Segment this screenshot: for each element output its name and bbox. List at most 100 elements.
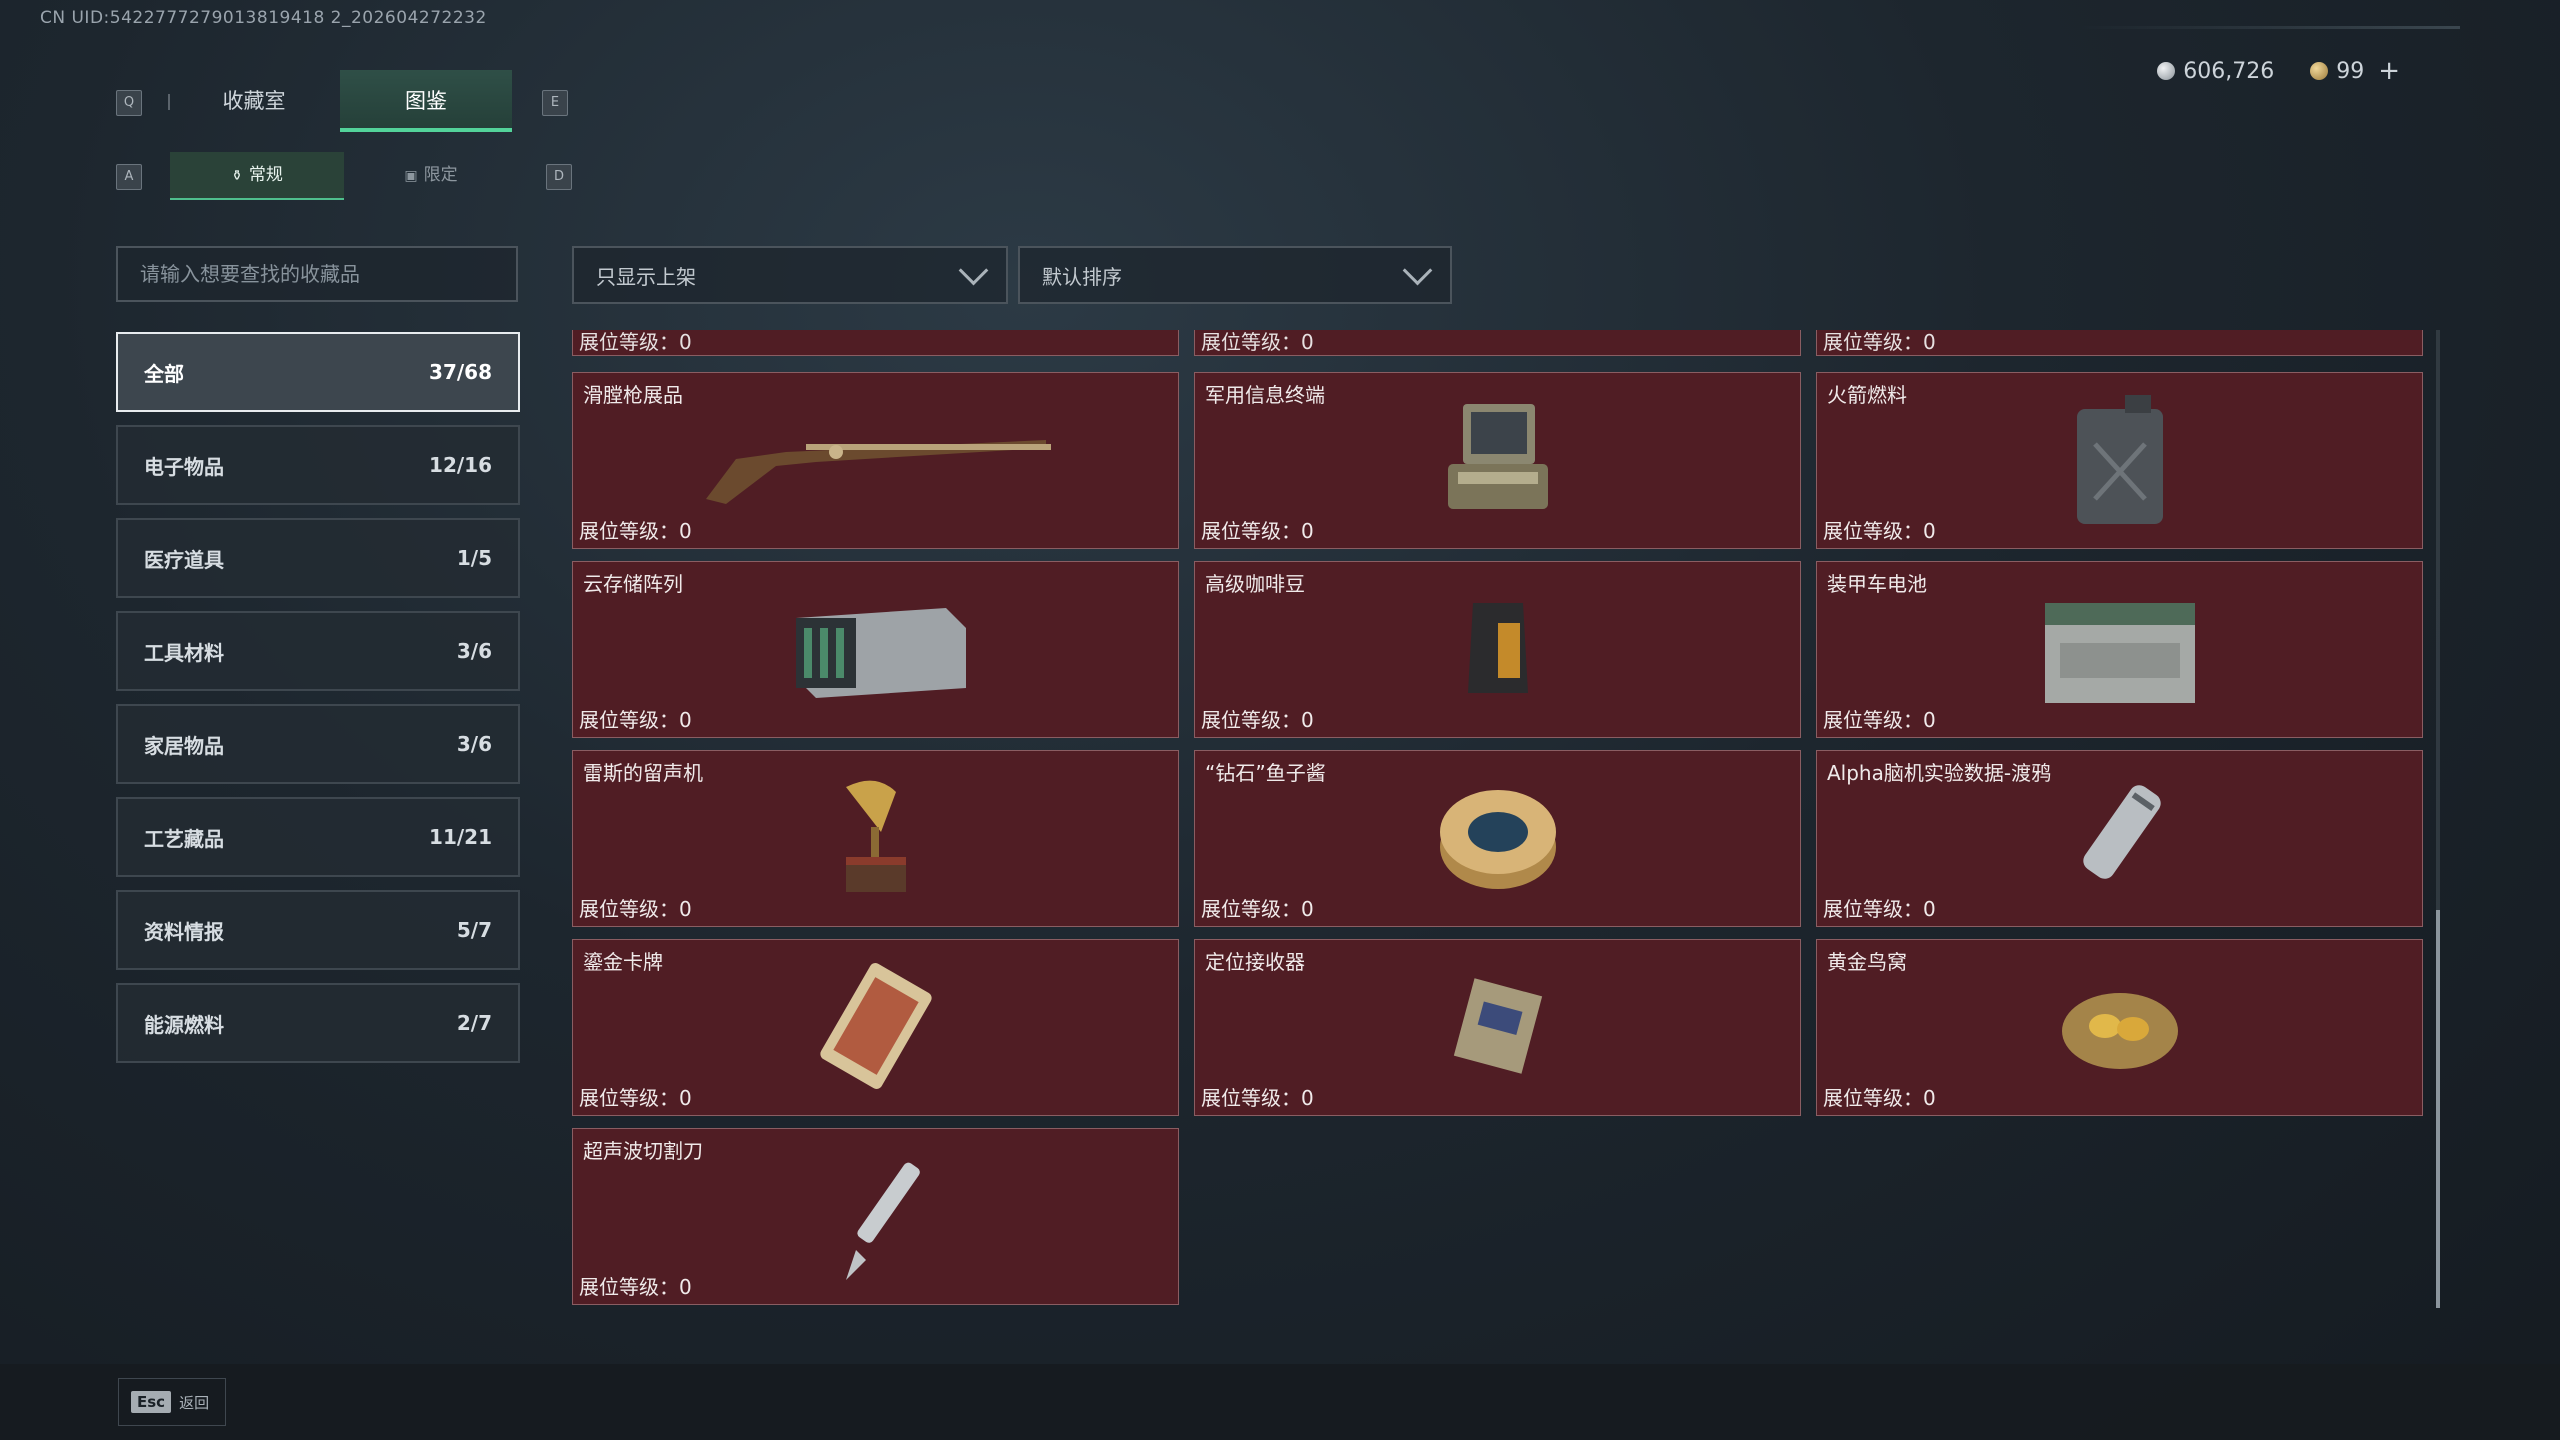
key-hint-d: D — [546, 164, 572, 190]
flask-icon: ⚱ — [231, 168, 243, 184]
category-count: 37/68 — [429, 360, 492, 384]
item-card-military-terminal[interactable]: 军用信息终端 展位等级：0 — [1194, 372, 1801, 549]
item-card-armored-battery[interactable]: 装甲车电池 展位等级：0 — [1816, 561, 2423, 738]
fuel-canister-icon — [2065, 389, 2175, 533]
category-count: 3/6 — [456, 639, 492, 663]
currency-bar: 606,726 99 + — [2157, 56, 2400, 86]
category-label: 工艺藏品 — [144, 826, 224, 851]
subtab-limited-label: 限定 — [423, 165, 458, 185]
storage-array-icon — [776, 588, 976, 712]
item-card-partial[interactable]: 展位等级：0 — [1816, 330, 2423, 356]
category-label: 医疗道具 — [144, 547, 224, 572]
image-icon: ▣ — [404, 168, 418, 184]
subtab-regular[interactable]: ⚱ 常规 — [170, 152, 344, 200]
uid-text: CN UID:5422777279013819418 2_20260427223… — [40, 8, 487, 28]
item-card-musket[interactable]: 滑膛枪展品 展位等级：0 — [572, 372, 1179, 549]
key-hint-a: A — [116, 164, 142, 190]
category-label: 全部 — [144, 361, 184, 386]
item-name: 火箭燃料 — [1827, 383, 1907, 407]
military-terminal-icon — [1433, 394, 1563, 528]
search-box — [116, 246, 518, 302]
sub-tabs: ⚱ 常规 ▣ 限定 — [170, 152, 518, 200]
category-household[interactable]: 家居物品 3/6 — [116, 704, 520, 784]
category-intel[interactable]: 资料情报 5/7 — [116, 890, 520, 970]
item-name: 高级咖啡豆 — [1205, 572, 1305, 596]
item-card-gramophone[interactable]: 雷斯的留声机 展位等级：0 — [572, 750, 1179, 927]
category-electronics[interactable]: 电子物品 12/16 — [116, 425, 520, 505]
item-name: 云存储阵列 — [583, 572, 683, 596]
category-all[interactable]: 全部 37/68 — [116, 332, 520, 412]
category-tools[interactable]: 工具材料 3/6 — [116, 611, 520, 691]
gold-currency: 99 + — [2310, 56, 2400, 86]
item-card-golden-nest[interactable]: 黄金鸟窝 展位等级：0 — [1816, 939, 2423, 1116]
partial-card-row: 展位等级：0 展位等级：0 展位等级：0 — [572, 330, 2428, 358]
add-currency-button[interactable]: + — [2378, 56, 2400, 86]
tab-codex[interactable]: 图鉴 — [340, 70, 512, 132]
item-name: 黄金鸟窝 — [1827, 950, 1907, 974]
item-name: 装甲车电池 — [1827, 572, 1927, 596]
item-level: 展位等级：0 — [579, 1275, 692, 1299]
item-card-locator-receiver[interactable]: 定位接收器 展位等级：0 — [1194, 939, 1801, 1116]
category-label: 家居物品 — [144, 733, 224, 758]
item-level: 展位等级：0 — [579, 330, 692, 354]
item-card-partial[interactable]: 展位等级：0 — [1194, 330, 1801, 356]
category-label: 资料情报 — [144, 919, 224, 944]
item-card-coffee-beans[interactable]: 高级咖啡豆 展位等级：0 — [1194, 561, 1801, 738]
header-decor-line — [2080, 26, 2460, 29]
category-crafts[interactable]: 工艺藏品 11/21 — [116, 797, 520, 877]
item-level: 展位等级：0 — [1823, 708, 1936, 732]
item-name: 军用信息终端 — [1205, 383, 1325, 407]
caviar-tin-icon — [1433, 777, 1563, 901]
item-card-gilded-card[interactable]: 鎏金卡牌 展位等级：0 — [572, 939, 1179, 1116]
main-tabs: 收藏室 图鉴 — [168, 70, 512, 132]
vehicle-battery-icon — [2030, 583, 2210, 717]
category-list: 全部 37/68 电子物品 12/16 医疗道具 1/5 工具材料 3/6 家居物品 3/… — [116, 332, 520, 1076]
item-name: “钻石”鱼子酱 — [1205, 761, 1326, 785]
item-card-alpha-data[interactable]: Alpha脑机实验数据-渡鸦 展位等级：0 — [1816, 750, 2423, 927]
display-filter-dropdown[interactable]: 只显示上架 — [572, 246, 1008, 304]
category-count: 1/5 — [456, 546, 492, 570]
coffee-bag-icon — [1458, 593, 1538, 707]
back-label: 返回 — [179, 1393, 210, 1412]
item-card-caviar[interactable]: “钻石”鱼子酱 展位等级：0 — [1194, 750, 1801, 927]
golden-nest-icon — [2055, 971, 2185, 1085]
chevron-down-icon — [958, 255, 989, 285]
grid-scrollbar[interactable] — [2436, 330, 2440, 1308]
item-level: 展位等级：0 — [579, 519, 692, 543]
gold-coin-icon — [2310, 62, 2329, 80]
key-hint-e: E — [542, 90, 568, 116]
category-fuel[interactable]: 能源燃料 2/7 — [116, 983, 520, 1063]
item-name: 鎏金卡牌 — [583, 950, 663, 974]
item-level: 展位等级：0 — [1201, 519, 1314, 543]
item-level: 展位等级：0 — [1823, 897, 1936, 921]
tab-collection-room[interactable]: 收藏室 — [168, 70, 340, 132]
category-label: 能源燃料 — [144, 1012, 224, 1037]
search-input[interactable] — [138, 261, 496, 287]
item-level: 展位等级：0 — [1823, 519, 1936, 543]
scrollbar-thumb[interactable] — [2436, 910, 2440, 1308]
item-card-rocket-fuel[interactable]: 火箭燃料 展位等级：0 — [1816, 372, 2423, 549]
back-button[interactable]: Esc 返回 — [118, 1378, 226, 1426]
item-name: 超声波切割刀 — [583, 1139, 703, 1163]
data-canister-icon — [2060, 772, 2180, 906]
silver-currency: 606,726 — [2157, 59, 2274, 84]
item-card-ultrasonic-knife[interactable]: 超声波切割刀 展位等级：0 — [572, 1128, 1179, 1305]
sort-dropdown[interactable]: 默认排序 — [1018, 246, 1452, 304]
item-level: 展位等级：0 — [1201, 708, 1314, 732]
item-name: 雷斯的留声机 — [583, 761, 703, 785]
bottom-bar — [0, 1364, 2560, 1440]
category-medical[interactable]: 医疗道具 1/5 — [116, 518, 520, 598]
category-label: 工具材料 — [144, 640, 224, 665]
ultrasonic-knife-icon — [816, 1145, 936, 1289]
chevron-down-icon — [1402, 255, 1433, 285]
gold-amount: 99 — [2336, 58, 2365, 84]
gramophone-icon — [826, 772, 926, 906]
category-count: 2/7 — [456, 1011, 492, 1035]
subtab-limited[interactable]: ▣ 限定 — [344, 152, 518, 198]
silver-coin-icon — [2157, 62, 2176, 80]
item-card-storage-array[interactable]: 云存储阵列 展位等级：0 — [572, 561, 1179, 738]
sort-value: 默认排序 — [1042, 264, 1122, 289]
item-card-partial[interactable]: 展位等级：0 — [572, 330, 1179, 356]
item-name: 滑膛枪展品 — [583, 383, 683, 407]
gilded-card-icon — [806, 956, 946, 1100]
